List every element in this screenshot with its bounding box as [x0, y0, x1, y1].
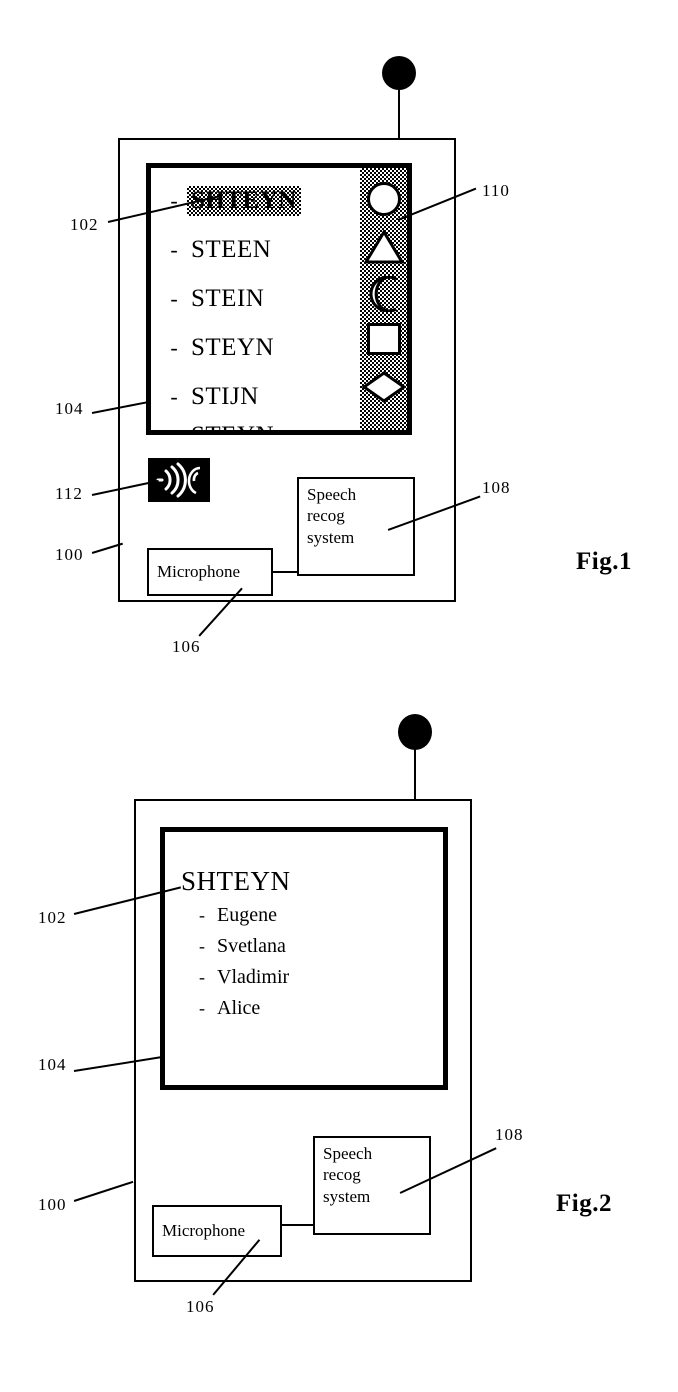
- ref-100-fig2: 100: [38, 1195, 67, 1214]
- candidate-row[interactable]: - STEYN: [161, 323, 361, 372]
- candidate-label: STEYN: [191, 333, 275, 361]
- name-label: Vladimir: [217, 966, 290, 988]
- candidate-dash: -: [170, 383, 178, 409]
- candidate-label: STEEN: [191, 235, 272, 263]
- ref-106-fig1: 106: [172, 637, 201, 656]
- name-row[interactable]: - Eugene: [187, 904, 289, 935]
- microphone-label: Microphone: [162, 1221, 246, 1241]
- speech-recog-line2: recog: [307, 506, 345, 526]
- selected-name-title: SHTEYN: [181, 866, 291, 896]
- ref-104-fig1: 104: [55, 399, 84, 418]
- ref-108-fig1: 108: [482, 478, 511, 497]
- ref-104-fig2: 104: [38, 1055, 67, 1074]
- name-dash: -: [199, 936, 205, 956]
- microphone-block-fig1: Microphone: [147, 548, 273, 596]
- candidate-row[interactable]: - STIJN: [161, 372, 361, 421]
- name-dash: -: [199, 967, 205, 987]
- ref-112-fig1: 112: [55, 484, 83, 503]
- figure-2-caption: Fig.2: [556, 1190, 612, 1217]
- icon-panel[interactable]: [360, 168, 407, 430]
- square-icon[interactable]: [367, 323, 401, 355]
- speech-recog-line1: Speech: [323, 1144, 373, 1163]
- ref-102-fig2: 102: [38, 908, 67, 927]
- name-row[interactable]: - Alice: [187, 997, 289, 1028]
- candidate-list[interactable]: - SHTEYN - STEEN - STEIN - STEYN - STIJN…: [161, 176, 361, 435]
- microphone-to-speech-connector: [282, 1224, 313, 1226]
- crescent-moon-icon[interactable]: [366, 275, 402, 317]
- microphone-block-fig2: Microphone: [152, 1205, 282, 1257]
- candidate-label: STEYN: [187, 421, 278, 430]
- speech-recog-line1: Speech: [307, 485, 357, 504]
- candidate-label: STEIN: [191, 284, 265, 312]
- candidate-row[interactable]: - STEEN: [161, 225, 361, 274]
- name-label: Svetlana: [217, 935, 286, 957]
- display-screen-fig2[interactable]: SHTEYN - Eugene - Svetlana - Vladimir - …: [160, 827, 448, 1090]
- candidate-dash: -: [170, 334, 178, 360]
- candidate-dash: -: [170, 285, 178, 311]
- antenna-stem: [414, 748, 416, 800]
- ref-108-fig2: 108: [495, 1125, 524, 1144]
- microphone-to-speech-connector: [273, 571, 297, 573]
- name-dash: -: [199, 905, 205, 925]
- name-row[interactable]: - Vladimir: [187, 966, 289, 997]
- ref-110-fig1: 110: [482, 181, 510, 200]
- antenna-stem: [398, 88, 400, 140]
- candidate-dash: -: [170, 421, 178, 435]
- leader-100-fig2: [73, 1180, 134, 1202]
- circle-icon[interactable]: [367, 182, 401, 216]
- candidate-dash: -: [170, 236, 178, 262]
- ref-102-fig1: 102: [70, 215, 99, 234]
- name-label: Eugene: [217, 904, 277, 926]
- diamond-icon[interactable]: [361, 371, 407, 408]
- associated-names-list[interactable]: - Eugene - Svetlana - Vladimir - Alice: [187, 904, 289, 1028]
- candidate-label: SHTEYN: [187, 186, 301, 216]
- ref-106-fig2: 106: [186, 1297, 215, 1316]
- candidate-row-selected[interactable]: - SHTEYN: [161, 176, 361, 225]
- name-label: Alice: [217, 997, 261, 1019]
- antenna-knob-icon: [398, 714, 432, 750]
- figure-1-caption: Fig.1: [576, 548, 632, 575]
- microphone-label: Microphone: [157, 562, 241, 582]
- speech-recog-line2: recog: [323, 1165, 361, 1185]
- candidate-row-clipped[interactable]: - STEYN: [161, 421, 361, 435]
- candidate-label: STIJN: [191, 382, 259, 410]
- ref-100-fig1: 100: [55, 545, 84, 564]
- name-row[interactable]: - Svetlana: [187, 935, 289, 966]
- name-dash: -: [199, 998, 205, 1018]
- antenna-knob-icon: [382, 56, 416, 90]
- triangle-icon[interactable]: [363, 229, 405, 269]
- candidate-row[interactable]: - STEIN: [161, 274, 361, 323]
